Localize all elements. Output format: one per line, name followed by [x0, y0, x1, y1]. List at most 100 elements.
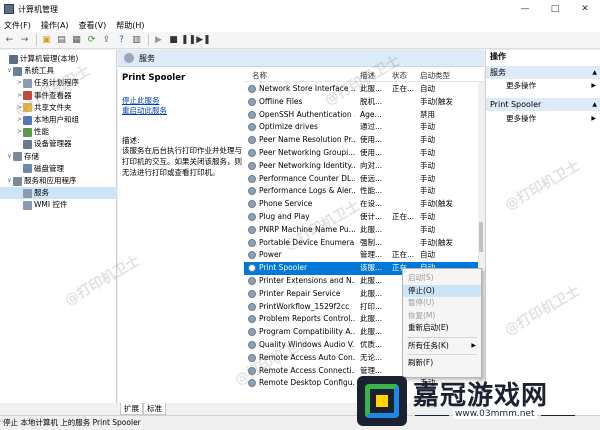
back-arrow-icon[interactable]: ← — [3, 34, 16, 47]
restart-icon[interactable]: ▶❚ — [196, 34, 210, 47]
more-actions-print-spooler[interactable]: 更多操作 ▶ — [486, 113, 600, 125]
show-hide-icon[interactable]: ▥ — [130, 34, 143, 47]
tree-item[interactable]: ∨ 存储 — [6, 151, 39, 163]
service-row[interactable]: Performance Counter DL... 使远... 手动 — [244, 173, 484, 186]
export-icon[interactable]: ⇪ — [100, 34, 113, 47]
tree-item[interactable]: ∨ 服务和应用程序 — [6, 175, 77, 187]
service-gear-icon — [248, 341, 256, 349]
service-name-cell: Peer Networking Groupi... — [259, 148, 355, 157]
service-row[interactable]: Power 管理... 正在... 自动 — [244, 249, 484, 262]
column-description[interactable]: 描述 — [360, 70, 375, 81]
service-gear-icon — [248, 328, 256, 337]
tree-node-icon — [23, 127, 32, 137]
service-row[interactable]: Peer Name Resolution Pr... 使用... 手动 — [244, 134, 484, 147]
service-row[interactable]: Optimize drives 通过... 手动 — [244, 121, 484, 134]
service-name-cell: Problem Reports Control... — [259, 314, 355, 324]
context-menu-item[interactable]: 重新启动(E) — [403, 322, 481, 335]
site-logo-url: www.03mmm.net — [415, 409, 574, 419]
help-icon[interactable]: ? — [115, 34, 128, 47]
expand-right-icon[interactable]: > — [16, 90, 23, 102]
context-menu-item[interactable]: 暂停(U) — [403, 297, 481, 310]
actions-group-print-spooler[interactable]: Print Spooler ▲ — [486, 98, 600, 111]
service-desc-cell: 通过... — [360, 122, 383, 132]
tree-item[interactable]: 服务 — [0, 187, 117, 200]
service-desc-cell: 性能... — [360, 186, 383, 196]
minimize-button[interactable]: — — [510, 0, 540, 18]
tab-extended[interactable]: 扩展 — [120, 403, 143, 415]
tree-item[interactable]: > 性能 — [16, 126, 49, 138]
tab-standard[interactable]: 标准 — [143, 403, 166, 415]
tree-item[interactable]: > 任务计划程序 — [16, 77, 79, 89]
maximize-button[interactable]: □ — [540, 0, 570, 18]
service-row[interactable]: Phone Service 在设... 手动(触发 — [244, 198, 484, 211]
restart-service-link[interactable]: 重启动此服务 — [122, 105, 167, 116]
menu-action[interactable]: 操作(A) — [41, 20, 69, 31]
collapse-icon[interactable]: ▲ — [592, 66, 597, 79]
tree-item[interactable]: ∨ 系统工具 — [6, 65, 54, 77]
expand-right-icon[interactable]: > — [16, 102, 23, 114]
tree-item[interactable]: > 事件查看器 — [16, 90, 72, 102]
service-row[interactable]: Plug and Play 使计... 正在... 手动 — [244, 211, 484, 224]
service-desc-cell: 优质... — [360, 340, 383, 349]
service-row[interactable]: PNRP Machine Name Pu... 此服... 手动 — [244, 224, 484, 237]
show-tree-icon[interactable]: ▤ — [55, 34, 68, 47]
tree-item[interactable]: > 共享文件夹 — [16, 102, 72, 114]
close-button[interactable]: ✕ — [570, 0, 600, 18]
menu-view[interactable]: 查看(V) — [79, 20, 107, 31]
expand-down-icon[interactable]: ∨ — [6, 151, 13, 163]
tree-node-icon — [23, 115, 32, 125]
service-status-cell: 正在... — [392, 250, 415, 260]
more-actions-label: 更多操作 — [506, 81, 536, 90]
tree-item[interactable]: WMI 控件 — [16, 199, 67, 211]
menu-file[interactable]: 文件(F) — [4, 20, 31, 31]
expand-down-icon[interactable]: ∨ — [6, 175, 13, 187]
service-desc-cell: 无论... — [360, 352, 383, 362]
column-startup-type[interactable]: 启动类型 — [420, 70, 450, 81]
menu-help[interactable]: 帮助(H) — [116, 20, 144, 31]
play-icon[interactable]: ▶ — [152, 34, 165, 47]
service-name-cell: Printer Repair Service — [259, 288, 341, 298]
expand-right-icon[interactable]: > — [16, 126, 23, 138]
service-name-cell: Peer Networking Identity... — [259, 160, 355, 170]
tree-node-icon — [13, 66, 22, 76]
column-name[interactable]: 名称 — [252, 70, 267, 81]
expand-right-icon[interactable]: > — [16, 114, 23, 126]
context-menu-item[interactable]: 启动(S) — [403, 272, 481, 285]
service-desc-cell: 此服... — [360, 314, 383, 324]
scrollbar-thumb[interactable] — [479, 222, 483, 252]
tree-node-icon — [23, 200, 32, 210]
stop-icon[interactable]: ■ — [167, 34, 180, 47]
expand-down-icon[interactable]: ∨ — [6, 65, 13, 77]
context-menu-item[interactable]: 停止(O) — [403, 284, 481, 297]
service-row[interactable]: OpenSSH Authentication ... Age... 禁用 — [244, 109, 484, 122]
service-row[interactable]: Offline Files 脱机... 手动(触发 — [244, 96, 484, 109]
tree-item[interactable]: 计算机管理(本地) — [2, 53, 78, 65]
context-menu-item[interactable]: 所有任务(K) ▶ — [403, 340, 481, 353]
tree-item[interactable]: 设备管理器 — [16, 138, 72, 150]
context-menu-item[interactable]: 恢复(M) — [403, 310, 481, 323]
selected-service-title: Print Spooler — [122, 73, 186, 83]
actions-pane: 操作 服务 ▲ 更多操作 ▶ Print Spooler ▲ 更多操作 ▶ — [485, 50, 600, 415]
actions-group-services[interactable]: 服务 ▲ — [486, 66, 600, 79]
service-desc-cell: 使计... — [360, 212, 383, 221]
pause-icon[interactable]: ❚❚ — [181, 34, 196, 47]
service-row[interactable]: Peer Networking Groupi... 使用... 手动 — [244, 147, 484, 160]
service-start-cell: 手动 — [420, 135, 435, 145]
tree-item[interactable]: > 本地用户和组 — [16, 114, 79, 126]
refresh-icon[interactable]: ⟳ — [85, 34, 98, 47]
more-actions-services[interactable]: 更多操作 ▶ — [486, 80, 600, 92]
service-gear-icon — [248, 289, 256, 298]
service-row[interactable]: Peer Networking Identity... 向对... 手动 — [244, 160, 484, 173]
column-status[interactable]: 状态 — [392, 70, 407, 81]
collapse-icon[interactable]: ▲ — [592, 98, 597, 111]
forward-arrow-icon[interactable]: → — [18, 34, 31, 47]
tree-item[interactable]: 磁盘管理 — [16, 163, 64, 175]
expand-right-icon[interactable]: > — [16, 77, 23, 89]
context-menu-item[interactable]: 刷新(F) — [403, 357, 481, 370]
service-desc-cell: 使远... — [360, 173, 383, 183]
properties-icon[interactable]: ▦ — [70, 34, 83, 47]
service-row[interactable]: Performance Logs & Aler... 性能... 手动 — [244, 185, 484, 198]
service-row[interactable]: Portable Device Enumera... 强制... 手动(触发 — [244, 237, 484, 250]
service-row[interactable]: Network Store Interface ... 此服... 正在... 自动 — [244, 83, 484, 96]
folder-up-icon[interactable]: ▣ — [40, 34, 53, 47]
